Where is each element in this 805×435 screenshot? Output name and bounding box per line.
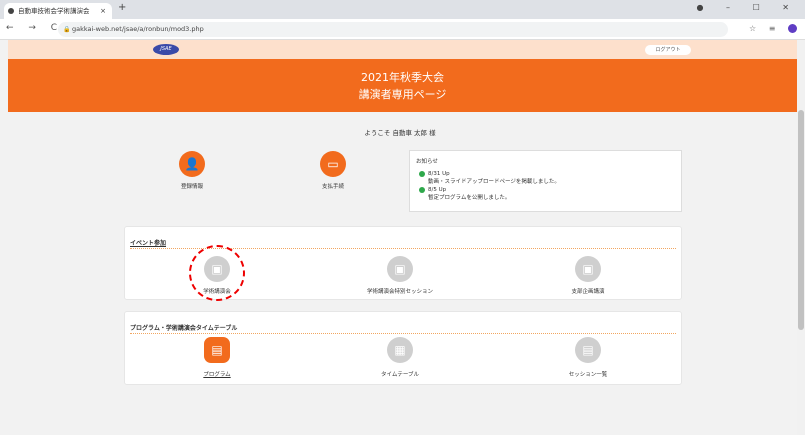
url-text: gakkai-web.net/jsae/a/ronbun/mod3.php (72, 25, 204, 33)
tab-title: 自動車技術会学術講演会 (18, 7, 90, 15)
program-link[interactable]: プログラム (157, 370, 277, 378)
credit-card-icon[interactable]: ▭ (320, 151, 346, 177)
news-date: 8/31 Up (428, 171, 450, 177)
news-text[interactable]: 暫定プログラムを公開しました。 (419, 194, 675, 202)
browser-tab[interactable]: 自動車技術会学術講演会 × (4, 3, 112, 19)
site-logo[interactable]: JSAE (153, 44, 179, 55)
person-icon[interactable]: 👤 (179, 151, 205, 177)
page-title-speaker: 講演者専用ページ (358, 88, 447, 101)
welcome-message: ようこそ 自動車 太郎 様 (364, 129, 436, 137)
presentation-icon[interactable]: ▣ (575, 256, 601, 282)
timetable-link[interactable]: タイムテーブル (340, 370, 460, 378)
browser-toolbar: ← → C ⌂ 🔒 gakkai-web.net/jsae/a/ronbun/m… (0, 19, 805, 40)
page-title-event: 2021年秋季大会 (361, 71, 444, 84)
site-favicon-icon (8, 8, 14, 14)
check-icon (419, 186, 425, 193)
program-section-heading: プログラム・学術講演会タイムテーブル (130, 325, 238, 332)
new-tab-button[interactable]: + (118, 2, 126, 13)
news-date: 8/5 Up (428, 187, 447, 193)
news-heading: お知らせ (416, 159, 438, 165)
calendar-icon[interactable]: ▦ (387, 337, 413, 363)
section-divider (130, 333, 676, 334)
browser-tab-bar: 自動車技術会学術講演会 × + ● – ☐ ✕ (0, 0, 805, 19)
lock-icon: 🔒 (63, 26, 71, 33)
news-item: 8/5 Up (419, 186, 675, 194)
event-section-heading: イベント参加 (130, 240, 167, 247)
tab-close-icon[interactable]: × (100, 3, 106, 19)
news-item: 8/31 Up (419, 170, 675, 178)
logout-button[interactable]: ログアウト (645, 45, 691, 55)
presentation-icon[interactable]: ▣ (387, 256, 413, 282)
scrollbar-thumb[interactable] (798, 110, 804, 330)
payment-link[interactable]: 支払手続 (273, 182, 393, 190)
annotation-circle (189, 245, 245, 301)
list-icon[interactable]: ▤ (575, 337, 601, 363)
hero-banner: 2021年秋季大会 講演者専用ページ (8, 59, 797, 112)
page-scrollbar[interactable] (797, 40, 805, 435)
bookmark-star-icon[interactable]: ☆ ≡ (749, 24, 780, 33)
news-panel: お知らせ 8/31 Up 動画・スライドアップロードページを掲載しました。 8/… (409, 150, 682, 212)
branch-lecture-link[interactable]: 支部企画講演 (528, 287, 648, 295)
session-list-link[interactable]: セッション一覧 (528, 370, 648, 378)
address-bar[interactable]: 🔒 gakkai-web.net/jsae/a/ronbun/mod3.php (58, 22, 728, 37)
site-top-strip: JSAE ログアウト (8, 40, 797, 59)
book-icon[interactable]: ▤ (204, 337, 230, 363)
toolbar-icons[interactable]: ☆ ≡ (749, 24, 797, 33)
check-icon (419, 170, 425, 177)
special-session-link[interactable]: 学術講演会特別セッション (340, 287, 460, 295)
news-text[interactable]: 動画・スライドアップロードページを掲載しました。 (419, 178, 675, 186)
registration-info-link[interactable]: 登録情報 (132, 182, 252, 190)
window-controls[interactable]: ● – ☐ ✕ (697, 3, 799, 12)
profile-avatar[interactable] (788, 24, 797, 33)
